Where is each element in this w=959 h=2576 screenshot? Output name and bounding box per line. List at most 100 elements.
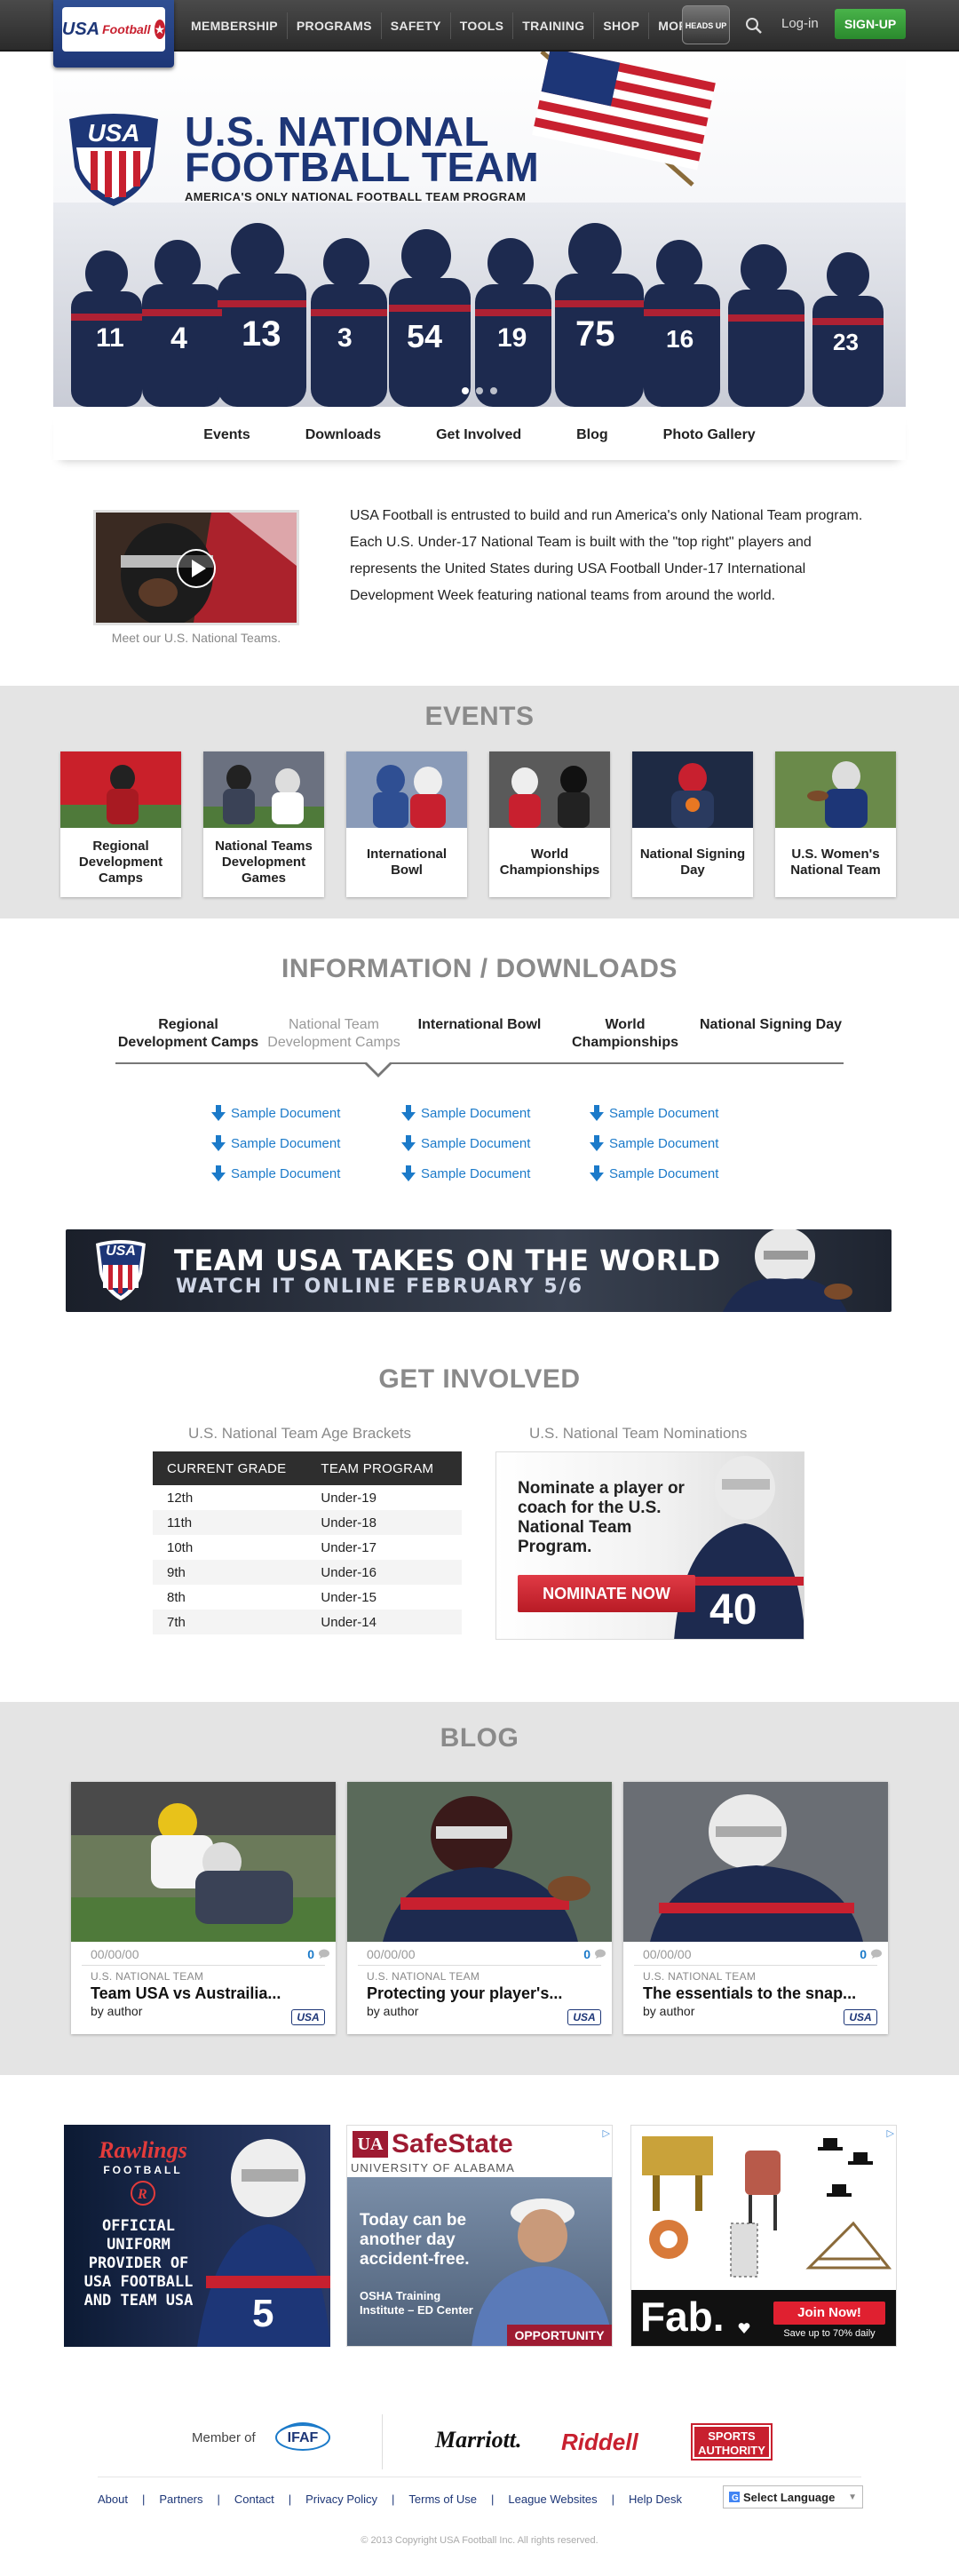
download-column: Sample Document Sample Document Sample D… — [590, 1098, 767, 1189]
subnav-downloads[interactable]: Downloads — [278, 427, 408, 443]
footer-link-partners[interactable]: Partners — [159, 2493, 202, 2506]
nominate-now-button[interactable]: NOMINATE NOW — [518, 1575, 695, 1612]
footer-link-league-websites[interactable]: League Websites — [508, 2493, 597, 2506]
nav-item-training[interactable]: TRAINING — [513, 12, 595, 39]
event-card[interactable]: Regional Development Camps — [60, 751, 181, 897]
subnav-blog[interactable]: Blog — [549, 427, 636, 443]
adchoices-icon[interactable]: ▷ — [603, 2127, 610, 2139]
comment-count[interactable]: 0 — [307, 1947, 314, 1961]
jersey-number: 4 — [170, 322, 187, 355]
footer-link-about[interactable]: About — [98, 2493, 128, 2506]
sports-authority-logo[interactable]: SPORTS AUTHORITY — [691, 2423, 773, 2461]
download-link[interactable]: Sample Document — [401, 1158, 579, 1189]
blog-card[interactable]: 00/00/00 0 U.S. NATIONAL TEAM The essent… — [623, 1782, 888, 2034]
ifaf-logo[interactable]: IFAF — [273, 2420, 332, 2455]
blog-card[interactable]: 00/00/00 0 U.S. NATIONAL TEAM Protecting… — [347, 1782, 612, 2034]
download-link-label: Sample Document — [231, 1165, 341, 1181]
logo-inner: USA Football ★ — [61, 7, 166, 52]
safestate-ad[interactable]: UA SafeState UNIVERSITY OF ALABAMA Today… — [346, 2125, 613, 2347]
nav-item-membership[interactable]: MEMBERSHIP — [182, 12, 288, 39]
blog-date: 00/00/00 — [91, 1947, 139, 1961]
signup-button[interactable]: SIGN-UP — [835, 9, 906, 39]
download-link[interactable]: Sample Document — [211, 1098, 389, 1128]
blog-post-title[interactable]: The essentials to the snap... — [643, 1984, 856, 2003]
badge-usa-text: USA — [87, 119, 140, 147]
subnav-events[interactable]: Events — [176, 427, 277, 443]
event-card[interactable]: U.S. Women's National Team — [775, 751, 896, 897]
carousel-dot[interactable] — [490, 387, 497, 394]
carousel-dot[interactable] — [462, 387, 469, 394]
nav-item-tools[interactable]: TOOLS — [451, 12, 514, 39]
safestate-tagline: Today can be another day accident-free. — [360, 2211, 470, 2269]
usa-football-logo[interactable]: USA Football ★ — [53, 0, 174, 68]
tab-national-team-development-camps[interactable]: National Team Development Camps — [261, 1009, 407, 1062]
footer-link-contact[interactable]: Contact — [234, 2493, 274, 2506]
nav-item-programs[interactable]: PROGRAMS — [288, 12, 382, 39]
download-link[interactable]: Sample Document — [211, 1158, 389, 1189]
tab-world-championships[interactable]: World Championships — [552, 1009, 698, 1062]
download-link[interactable]: Sample Document — [401, 1098, 579, 1128]
language-select[interactable]: G Select Language ▼ — [723, 2485, 863, 2508]
jersey-number: 16 — [666, 325, 694, 353]
blog-author: by author — [367, 2004, 419, 2018]
promo-subline: WATCH IT ONLINE FEBRUARY 5/6 — [176, 1276, 584, 1298]
comment-count[interactable]: 0 — [860, 1947, 867, 1961]
rawlings-logo: Rawlings — [99, 2137, 187, 2163]
event-card[interactable]: World Championships — [489, 751, 610, 897]
marriott-logo[interactable]: Marriott. — [435, 2427, 522, 2453]
hero-subtitle: AMERICA'S ONLY NATIONAL FOOTBALL TEAM PR… — [185, 190, 527, 203]
safestate-opportunity: OPPORTUNITY — [507, 2325, 612, 2346]
fab-join-button[interactable]: Join Now! — [773, 2302, 885, 2325]
riddell-logo[interactable]: Riddell — [561, 2429, 638, 2456]
event-card[interactable]: International Bowl — [346, 751, 467, 897]
blog-author: by author — [643, 2004, 695, 2018]
usa-badge: USA — [291, 2009, 325, 2025]
table-row: 11th Under-18 — [153, 1510, 462, 1535]
fab-ad[interactable]: Fab. Join Now! Save up to 70% daily ▷ — [630, 2125, 897, 2347]
download-link[interactable]: Sample Document — [590, 1128, 767, 1158]
footer-link-terms-of-use[interactable]: Terms of Use — [408, 2493, 477, 2506]
logo-usa-text: USA — [61, 20, 100, 39]
tab-international-bowl[interactable]: International Bowl — [407, 1009, 552, 1062]
subnav-photo-gallery[interactable]: Photo Gallery — [636, 427, 783, 443]
language-select-label: Select Language — [743, 2490, 836, 2504]
footer-link-privacy-policy[interactable]: Privacy Policy — [305, 2493, 377, 2506]
intro-video-caption: Meet our U.S. National Teams. — [111, 631, 281, 645]
team-usa-promo-banner[interactable]: USA TEAM USA TAKES ON THE WORLD WATCH IT… — [66, 1229, 892, 1312]
event-card[interactable]: National Signing Day — [632, 751, 753, 897]
column-header: TEAM PROGRAM — [319, 1451, 462, 1485]
divider — [634, 1965, 877, 1966]
download-arrow-icon — [590, 1105, 604, 1121]
download-arrow-icon — [211, 1135, 226, 1151]
download-link[interactable]: Sample Document — [590, 1158, 767, 1189]
footer-link-help-desk[interactable]: Help Desk — [629, 2493, 682, 2506]
download-link[interactable]: Sample Document — [590, 1098, 767, 1128]
jersey-number: 23 — [833, 329, 859, 355]
table-row: 7th Under-14 — [153, 1610, 462, 1634]
comment-icon — [595, 1949, 606, 1959]
subnav-get-involved[interactable]: Get Involved — [408, 427, 549, 443]
tab-regional-development-camps[interactable]: Regional Development Camps — [115, 1009, 261, 1062]
event-card[interactable]: National Teams Development Games — [203, 751, 324, 897]
comment-count[interactable]: 0 — [583, 1947, 590, 1961]
intro-video-thumbnail[interactable] — [93, 510, 299, 625]
nav-item-shop[interactable]: SHOP — [594, 12, 650, 39]
download-link[interactable]: Sample Document — [211, 1128, 389, 1158]
download-link[interactable]: Sample Document — [401, 1128, 579, 1158]
tab-national-signing-day[interactable]: National Signing Day — [698, 1009, 844, 1062]
nav-item-safety[interactable]: SAFETY — [382, 12, 451, 39]
heads-up-logo-link[interactable]: HEADS UP — [682, 5, 730, 44]
login-link[interactable]: Log-in — [781, 16, 819, 31]
blog-post-title[interactable]: Team USA vs Austrailia... — [91, 1984, 281, 2003]
link-separator: | — [392, 2493, 395, 2506]
event-label: International Bowl — [366, 847, 447, 878]
blog-card[interactable]: 00/00/00 0 U.S. NATIONAL TEAM Team USA v… — [71, 1782, 336, 2034]
search-icon[interactable] — [742, 14, 765, 37]
adchoices-icon[interactable]: ▷ — [887, 2127, 894, 2139]
rawlings-ad[interactable]: Rawlings FOOTBALL R OFFICIAL UNIFORM PRO… — [64, 2125, 330, 2347]
table-row: 10th Under-17 — [153, 1535, 462, 1560]
program-cell: Under-17 — [319, 1535, 462, 1560]
carousel-dot[interactable] — [476, 387, 483, 394]
download-arrow-icon — [590, 1135, 604, 1151]
blog-post-title[interactable]: Protecting your player's... — [367, 1984, 562, 2003]
